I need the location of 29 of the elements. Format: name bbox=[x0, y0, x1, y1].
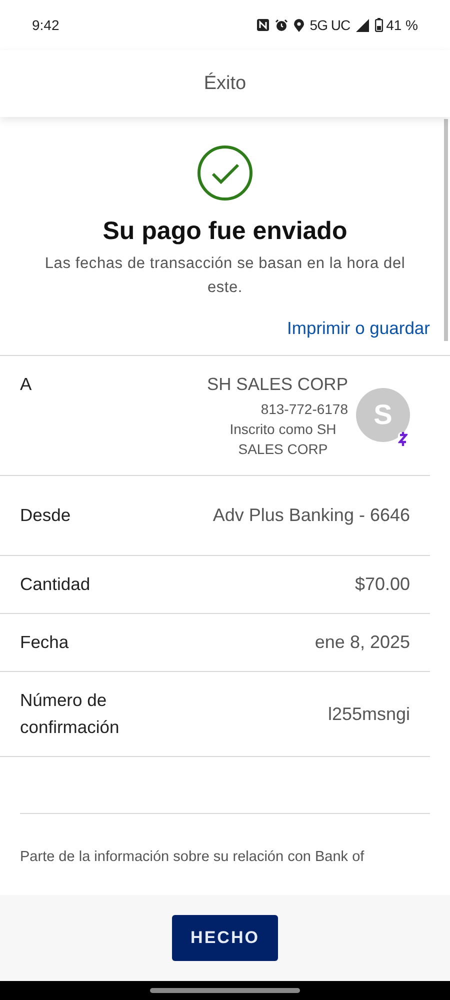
signal-icon bbox=[356, 18, 370, 32]
nfc-icon bbox=[256, 19, 269, 31]
recipient-phone: 813-772-6178 bbox=[260, 400, 348, 419]
row-value: Adv Plus Banking - 6646 bbox=[212, 505, 410, 526]
result-note: Las fechas de transacción se basan en la hora del este. bbox=[44, 254, 406, 298]
location-icon bbox=[294, 18, 304, 32]
alarm-icon bbox=[274, 18, 288, 32]
disclaimer-text: Parte de la información sobre su relación con Bank of bbox=[20, 848, 366, 866]
row-label: Cantidad bbox=[20, 573, 92, 596]
zelle-badge-icon bbox=[398, 432, 408, 446]
row-label: A bbox=[20, 374, 32, 395]
row-value: l255msngi bbox=[328, 704, 410, 724]
recipient-enrollment: Inscrito como SH SALES CORP bbox=[228, 420, 338, 459]
row-label: Fecha bbox=[20, 631, 70, 654]
status-time: 9:42 bbox=[32, 17, 60, 33]
recipient-name: SH SALES CORP bbox=[206, 374, 348, 395]
row-value: $70.00 bbox=[354, 574, 410, 595]
battery-icon bbox=[375, 18, 384, 32]
result-title: Su pago fue enviado bbox=[102, 217, 348, 246]
battery-percent: 41 % bbox=[386, 17, 418, 33]
print-save-link[interactable]: Imprimir o guardar bbox=[287, 318, 430, 339]
checkmark-circle-icon bbox=[197, 145, 253, 201]
row-label: Desde bbox=[20, 504, 72, 527]
network-label: 5G UC bbox=[310, 17, 350, 33]
home-indicator[interactable] bbox=[150, 988, 300, 993]
row-value: ene 8, 2025 bbox=[314, 632, 410, 653]
done-button[interactable]: HECHO bbox=[172, 915, 278, 961]
page-title: Éxito bbox=[204, 72, 246, 94]
row-label: Número de confirmación bbox=[20, 689, 120, 739]
